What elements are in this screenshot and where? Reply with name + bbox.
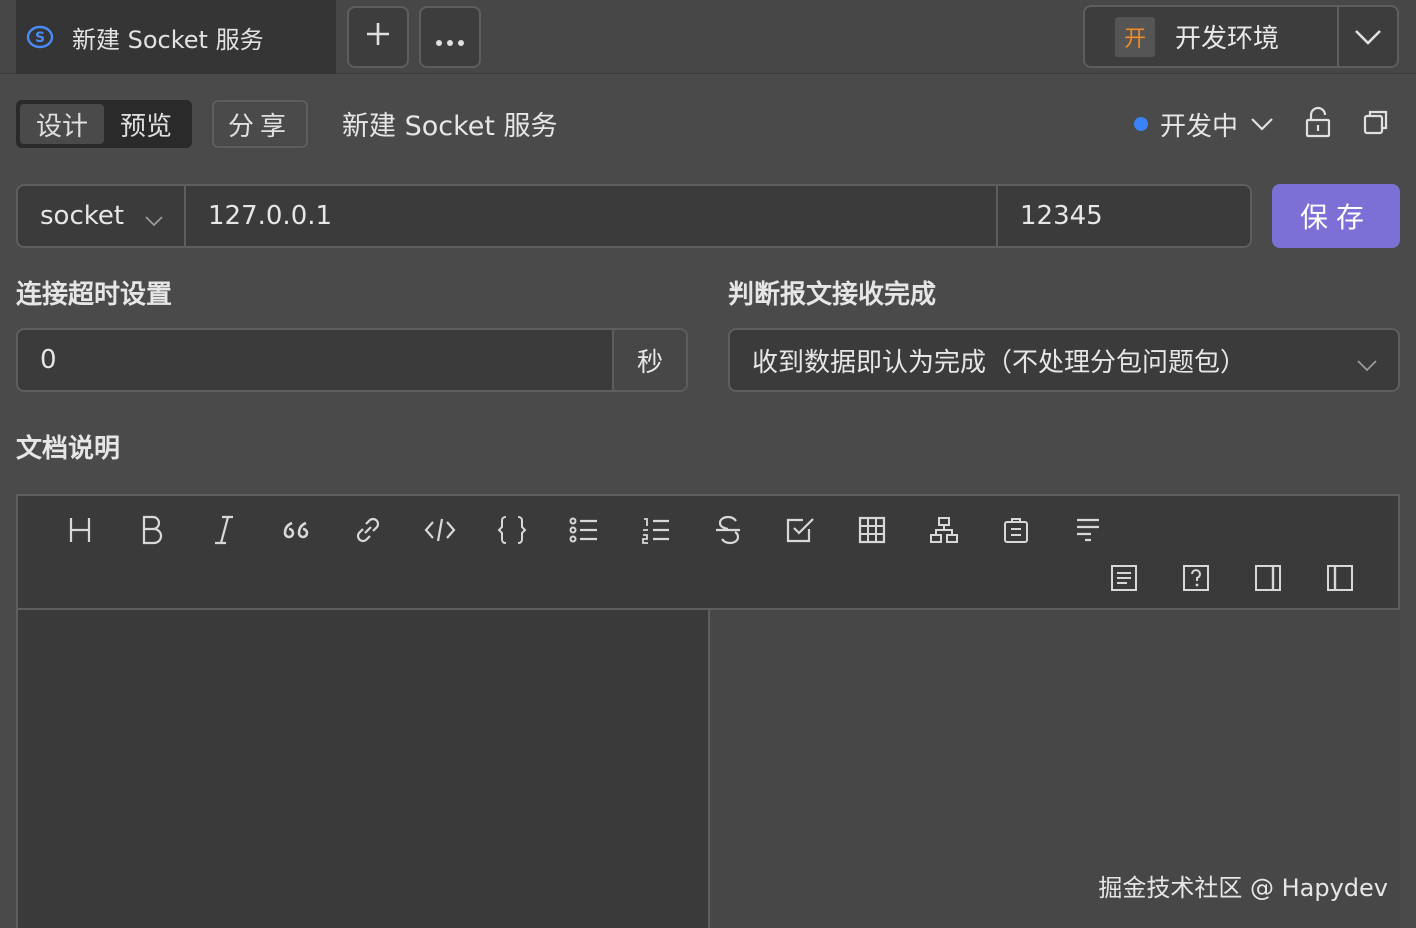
protocol-value: socket (40, 201, 125, 231)
status-dot (1134, 117, 1148, 131)
align-icon[interactable] (1068, 510, 1108, 550)
bullet-list-icon[interactable] (564, 510, 604, 550)
heading-icon[interactable] (60, 510, 100, 550)
chevron-down-icon (1250, 117, 1274, 131)
status-label: 开发中 (1160, 111, 1239, 142)
strikethrough-icon[interactable] (708, 510, 748, 550)
socket-icon: S (26, 23, 54, 51)
toc-icon[interactable] (1104, 558, 1144, 598)
svg-text:S: S (35, 30, 45, 46)
save-button[interactable]: 保存 (1272, 184, 1400, 248)
unlock-icon (1304, 106, 1332, 142)
italic-icon[interactable] (204, 510, 244, 550)
share-button[interactable]: 分享 (212, 100, 308, 148)
page-title: 新建 Socket 服务 (342, 111, 558, 142)
copy-icon (1362, 108, 1390, 140)
protocol-select[interactable]: socket (18, 186, 186, 246)
env-badge: 开 (1115, 16, 1155, 57)
complete-mode-value: 收到数据即认为完成（不处理分包问题包） (752, 347, 1247, 378)
chevron-down-icon (144, 204, 164, 234)
preview-tab[interactable]: 预览 (104, 104, 188, 144)
tab-socket-service[interactable]: S 新建 Socket 服务 (16, 0, 336, 74)
chevron-down-icon[interactable] (1339, 7, 1397, 66)
design-tab[interactable]: 设计 (20, 104, 104, 144)
checkbox-icon[interactable] (780, 510, 820, 550)
table-icon[interactable] (852, 510, 892, 550)
host-input[interactable]: 127.0.0.1 (186, 186, 998, 246)
timeout-label: 连接超时设置 (16, 280, 173, 310)
chevron-down-icon (1356, 350, 1378, 380)
mode-switch: 设计 预览 (16, 100, 192, 148)
plus-icon (365, 20, 391, 55)
docs-label: 文档说明 (16, 434, 121, 464)
tab-bar: S 新建 Socket 服务 开 开发环境 (0, 0, 1416, 74)
quote-icon[interactable] (276, 510, 316, 550)
code-block-icon[interactable] (492, 510, 532, 550)
timeout-field: 0 秒 (16, 328, 688, 392)
unlock-button[interactable] (1300, 104, 1336, 144)
tab-label: 新建 Socket 服务 (72, 25, 264, 54)
complete-mode-select[interactable]: 收到数据即认为完成（不处理分包问题包） (728, 328, 1400, 392)
port-input[interactable]: 12345 (998, 186, 1250, 246)
watermark: 掘金技术社区 @ Hapydev (1098, 874, 1388, 902)
link-icon[interactable] (348, 510, 388, 550)
env-label: 开发环境 (1175, 24, 1280, 54)
request-bar: socket 127.0.0.1 12345 (16, 184, 1252, 248)
new-tab-button[interactable] (347, 6, 409, 68)
edit-pane-icon[interactable] (1320, 558, 1360, 598)
ordered-list-icon[interactable] (636, 510, 676, 550)
help-icon[interactable] (1176, 558, 1216, 598)
markdown-editor: 掘金技术社区 @ Hapydev (16, 494, 1400, 928)
more-tabs-button[interactable] (419, 6, 481, 68)
ellipsis-icon (435, 20, 465, 55)
copy-button[interactable] (1358, 104, 1394, 144)
environment-select[interactable]: 开 开发环境 (1083, 5, 1399, 68)
bold-icon[interactable] (132, 510, 172, 550)
timeout-input[interactable]: 0 (18, 330, 614, 390)
code-icon[interactable] (420, 510, 460, 550)
editor-toolbar (18, 496, 1398, 610)
clipboard-icon[interactable] (996, 510, 1036, 550)
preview-pane-icon[interactable] (1248, 558, 1288, 598)
markdown-input[interactable] (18, 610, 710, 928)
diagram-icon[interactable] (924, 510, 964, 550)
complete-label: 判断报文接收完成 (728, 280, 937, 310)
timeout-unit: 秒 (614, 330, 686, 390)
status-select[interactable]: 开发中 (1134, 104, 1274, 144)
